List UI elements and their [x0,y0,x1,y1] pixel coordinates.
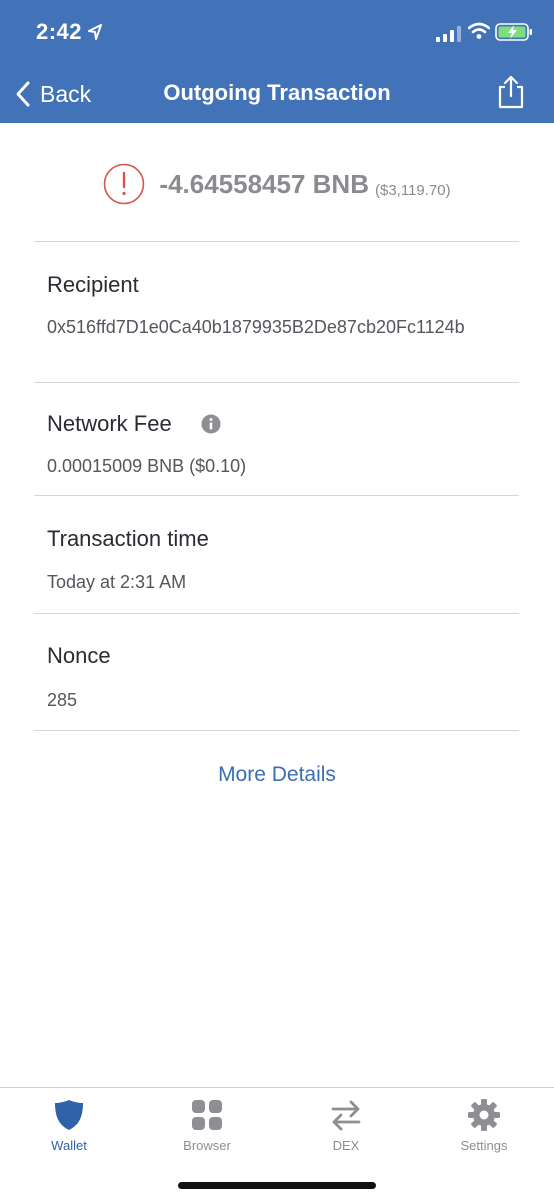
network-fee-value: 0.00015009 BNB ($0.10) [47,456,247,476]
divider [34,382,519,383]
divider [34,613,519,614]
tab-dex-label: DEX [332,1138,360,1153]
tab-browser-label: Browser [183,1138,231,1153]
shield-icon [55,1100,83,1130]
nonce-label: Nonce [47,643,111,668]
tab-wallet-label: Wallet [51,1138,87,1153]
share-icon[interactable] [496,74,526,110]
grid-icon [192,1100,222,1130]
more-details-link[interactable]: More Details [0,763,554,787]
recipient-label: Recipient [47,272,139,297]
swap-arrows-icon [331,1100,361,1131]
cellular-signal-icon [436,26,461,42]
status-time: 2:42 [36,19,83,44]
tab-wallet[interactable]: Wallet [0,1098,138,1153]
transaction-time-label: Transaction time [47,526,209,551]
divider [34,495,519,496]
divider [34,241,519,242]
tab-settings[interactable]: Settings [415,1098,553,1153]
home-indicator [178,1182,376,1189]
gear-icon [468,1099,500,1131]
tab-browser[interactable]: Browser [138,1098,276,1153]
tab-settings-label: Settings [460,1138,508,1153]
tab-dex[interactable]: DEX [277,1098,415,1153]
amount-fiat: ($3,119.70) [374,181,451,199]
info-icon[interactable] [201,414,221,434]
divider [34,730,519,731]
transaction-time-value: Today at 2:31 AM [47,572,187,592]
amount-summary: -4.64558457 BNB ($3,119.70) [0,160,554,208]
page-title: Outgoing Transaction [163,80,391,105]
nonce-value: 285 [47,690,78,710]
location-arrow-icon [88,24,102,40]
recipient-address[interactable]: 0x516ffd7D1e0Ca40b1879935B2De87cb20Fc112… [47,314,517,340]
header: 2:42 Back Outgoing Transaction [0,0,554,123]
wifi-icon [468,22,490,39]
amount-value: -4.64558457 BNB [159,168,369,199]
alert-icon [104,163,145,205]
network-fee-label: Network Fee [47,411,172,436]
battery-charging-icon [495,23,532,41]
